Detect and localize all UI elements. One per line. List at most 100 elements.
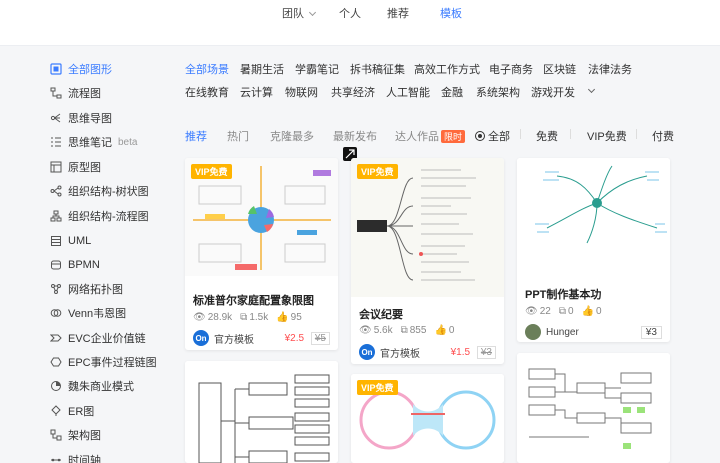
tab-team[interactable]: 团队	[282, 5, 317, 21]
divider	[636, 129, 637, 139]
scene-tag[interactable]: 游戏开发	[531, 84, 575, 100]
template-card[interactable]	[185, 361, 338, 463]
sidebar-item-prototype[interactable]: 原型图	[50, 157, 101, 177]
scene-tag[interactable]: 金融	[441, 84, 463, 100]
likes: 👍 95	[276, 312, 302, 323]
template-card[interactable]: VIP免费 会议纪要 👁 5.6k ⧉ 855 👍 0 On 官方模板 ¥1.5 ¥3	[351, 158, 504, 364]
sidebar-item-mindmap[interactable]: 思维导图	[50, 108, 112, 128]
thumb-up-icon: 👍	[581, 306, 594, 317]
sidebar-item-venn[interactable]: Venn韦恩图	[50, 303, 126, 323]
scene-tag[interactable]: 法律法务	[588, 61, 632, 77]
sidebar-item-business-model[interactable]: 魏朱商业模式	[50, 376, 134, 396]
template-thumbnail	[517, 158, 670, 250]
card-price: ¥2.5 ¥5	[285, 332, 330, 345]
scene-tag[interactable]: 人工智能	[386, 84, 430, 100]
sidebar-item-evc[interactable]: EVC企业价值链	[50, 328, 146, 348]
scene-tag[interactable]: 学霸笔记	[295, 61, 339, 77]
epc-icon	[50, 356, 62, 368]
card-stats: 👁 5.6k ⧉ 855 👍 0	[359, 325, 454, 336]
chevron-down-icon	[308, 8, 317, 17]
scene-tag[interactable]: 区块链	[543, 61, 576, 77]
thumb-up-icon: 👍	[276, 312, 289, 323]
avatar: On	[193, 330, 209, 346]
sidebar-item-er[interactable]: ER图	[50, 401, 94, 421]
tab-recommend[interactable]: 推荐	[387, 5, 409, 21]
template-thumbnail: VIP免费	[185, 158, 338, 276]
price-free[interactable]: 免费	[536, 128, 558, 144]
mindmap-icon	[50, 112, 62, 124]
eye-icon: 👁	[359, 325, 372, 336]
scene-tag[interactable]: 系统架构	[476, 84, 520, 100]
template-thumbnail	[185, 361, 338, 463]
card-title: PPT制作基本功	[525, 289, 602, 301]
clones: ⧉ 0	[558, 306, 574, 317]
scene-tag[interactable]: 高效工作方式	[414, 61, 480, 77]
radio-icon	[475, 131, 485, 141]
sort-expert[interactable]: 达人作品 限时	[395, 128, 466, 144]
price-paid[interactable]: 付费	[652, 128, 674, 144]
sidebar-item-timeline[interactable]: 时间轴	[50, 450, 101, 463]
architecture-icon	[50, 429, 62, 441]
business-model-icon	[50, 380, 62, 392]
sidebar-item-notes[interactable]: 思维笔记 beta	[50, 132, 137, 152]
clone-icon: ⧉	[558, 306, 566, 317]
sort-recommend[interactable]: 推荐	[185, 128, 207, 144]
template-card[interactable]: VIP免费 标准普尔家庭配置象限图 👁 28.9k ⧉ 1.5k 👍 95 On 官方…	[185, 158, 338, 350]
beta-badge: beta	[118, 136, 138, 148]
sidebar-item-uml[interactable]: UML	[50, 231, 91, 251]
sidebar-item-org-tree[interactable]: 组织结构-树状图	[50, 181, 149, 201]
scene-tag[interactable]: 全部场景	[185, 61, 229, 77]
sidebar-item-bpmn[interactable]: BPMN	[50, 255, 100, 275]
sidebar-item-org-flow[interactable]: 组织结构-流程图	[50, 206, 149, 226]
card-author[interactable]: Hunger	[525, 324, 579, 340]
thumb-up-icon: 👍	[434, 325, 447, 336]
clone-icon: ⧉	[240, 312, 248, 323]
vip-badge: VIP免费	[357, 164, 398, 179]
bpmn-icon	[50, 259, 62, 271]
card-title: 标准普尔家庭配置象限图	[193, 295, 314, 307]
card-author[interactable]: On 官方模板	[359, 344, 420, 360]
template-card[interactable]: PPT制作基本功 👁 22 ⧉ 0 👍 0 Hunger ¥3	[517, 158, 670, 342]
tab-personal[interactable]: 个人	[339, 5, 361, 21]
sidebar-item-all-shapes[interactable]: 全部图形	[50, 59, 112, 79]
template-thumbnail: VIP免费	[351, 374, 504, 463]
all-shapes-icon	[50, 63, 62, 75]
scene-tag[interactable]: 拆书稿征集	[350, 61, 405, 77]
scene-tag[interactable]: 电子商务	[489, 61, 533, 77]
scene-tag[interactable]: 物联网	[285, 84, 318, 100]
card-stats: 👁 22 ⧉ 0 👍 0	[525, 306, 602, 317]
scene-tags-row-1: 全部场景 暑期生活 学霸笔记 拆书稿征集 高效工作方式 电子商务 区块链 法律法…	[185, 61, 665, 77]
sidebar-item-architecture[interactable]: 架构图	[50, 425, 101, 445]
card-price: ¥1.5 ¥3	[451, 346, 496, 359]
scene-tag[interactable]: 云计算	[240, 84, 273, 100]
sidebar-item-epc[interactable]: EPC事件过程链图	[50, 352, 157, 372]
vip-badge: VIP免费	[357, 380, 398, 395]
price-all[interactable]: 全部	[475, 128, 510, 144]
scene-tag[interactable]: 在线教育	[185, 84, 229, 100]
views: 👁 22	[525, 306, 551, 317]
tab-templates[interactable]: 模板	[440, 5, 462, 21]
sidebar-item-network[interactable]: 网络拓扑图	[50, 279, 123, 299]
filter-bar: 推荐 热门 克隆最多 最新发布 达人作品 限时 全部 免费 VIP免费 付费	[185, 128, 685, 144]
template-thumbnail: VIP免费	[351, 158, 504, 297]
template-card[interactable]	[517, 353, 670, 463]
card-title: 会议纪要	[359, 309, 403, 321]
price-vip-free[interactable]: VIP免费	[587, 128, 627, 144]
template-thumbnail	[517, 353, 670, 463]
clones: ⧉ 1.5k	[240, 312, 269, 323]
sidebar-item-flowchart[interactable]: 流程图	[50, 83, 101, 103]
notes-icon	[50, 136, 62, 148]
sort-hot[interactable]: 热门	[227, 128, 249, 144]
sort-newest[interactable]: 最新发布	[333, 128, 377, 144]
template-card[interactable]: VIP免费	[351, 374, 504, 463]
expand-tags-button[interactable]	[587, 83, 596, 95]
hot-badge: 限时	[441, 130, 466, 143]
scene-tag[interactable]: 共享经济	[331, 84, 375, 100]
sort-most-cloned[interactable]: 克隆最多	[270, 128, 314, 144]
card-author[interactable]: On 官方模板	[193, 330, 254, 346]
network-icon	[50, 283, 62, 295]
timeline-icon	[50, 454, 62, 463]
card-stats: 👁 28.9k ⧉ 1.5k 👍 95	[193, 312, 302, 323]
likes: 👍 0	[581, 306, 602, 317]
scene-tag[interactable]: 暑期生活	[240, 61, 284, 77]
